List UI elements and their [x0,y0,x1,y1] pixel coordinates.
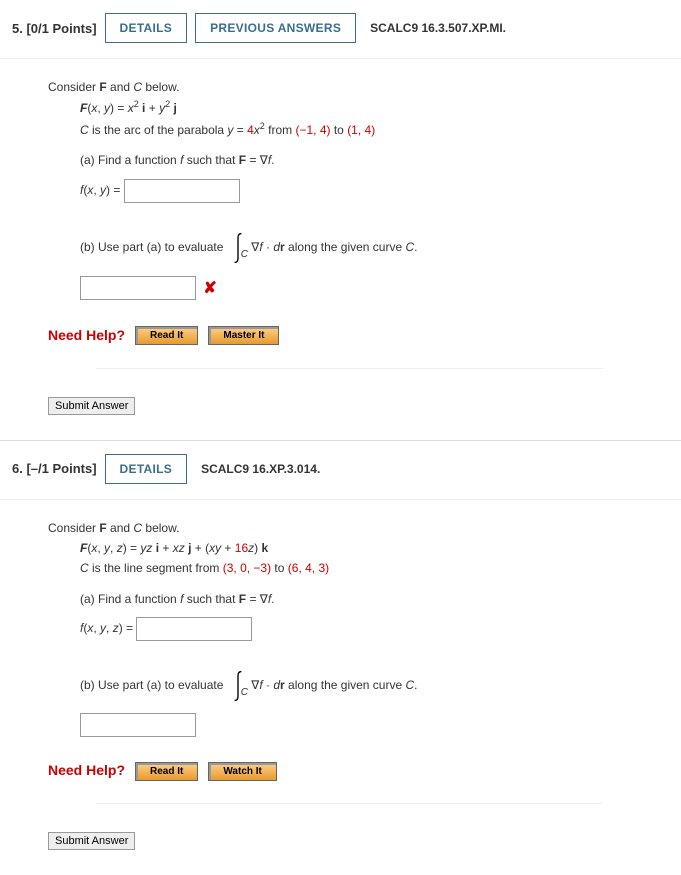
submit-row: Submit Answer [0,832,681,850]
equation-F: F(x, y, z) = yz i + xz j + (xy + 16z) k [80,538,651,558]
part-b-answer-row [80,713,651,737]
read-it-button[interactable]: Read It [135,326,198,345]
need-help-label: Need Help? [48,759,125,783]
answer-input-6b[interactable] [80,713,196,737]
submit-answer-button[interactable]: Submit Answer [48,832,135,850]
details-button[interactable]: DETAILS [105,454,188,484]
previous-answers-button[interactable]: PREVIOUS ANSWERS [195,13,356,43]
part-b-answer-row: ✘ [80,275,651,302]
equation-F: F(x, y) = x2 i + y2 j [80,97,651,118]
answer-input-6a[interactable] [136,617,252,641]
curve-description: C is the arc of the parabola y = 4x2 fro… [80,119,651,140]
watch-it-button[interactable]: Watch It [208,762,277,781]
need-help-row: Need Help? Read It Watch It [48,759,651,783]
read-it-button[interactable]: Read It [135,762,198,781]
submit-answer-button[interactable]: Submit Answer [48,397,135,415]
question-6: 6. [–/1 Points] DETAILS SCALC9 16.XP.3.0… [0,441,681,875]
part-b-prompt: (b) Use part (a) to evaluate C ∇f · dr a… [80,669,651,703]
question-body: Consider F and C below. F(x, y, z) = yz … [0,500,681,814]
need-help-row: Need Help? Read It Master It [48,324,651,348]
part-b-prompt: (b) Use part (a) to evaluate C ∇f · dr a… [80,231,651,265]
part-a-prompt: (a) Find a function f such that F = ∇f. [80,150,651,170]
question-header: 5. [0/1 Points] DETAILS PREVIOUS ANSWERS… [0,8,681,59]
submit-row: Submit Answer [0,397,681,415]
part-a-prompt: (a) Find a function f such that F = ∇f. [80,589,651,609]
answer-input-5b[interactable] [80,276,196,300]
curve-description: C is the line segment from (3, 0, −3) to… [80,558,651,578]
integral-icon: C [227,231,248,265]
source-ref: SCALC9 16.3.507.XP.MI. [370,21,506,35]
master-it-button[interactable]: Master It [208,326,279,345]
intro-text: Consider F and C below. [48,77,651,97]
source-ref: SCALC9 16.XP.3.014. [201,462,320,476]
intro-text: Consider F and C below. [48,518,651,538]
question-number: 5. [0/1 Points] [12,21,97,36]
details-button[interactable]: DETAILS [105,13,188,43]
question-header: 6. [–/1 Points] DETAILS SCALC9 16.XP.3.0… [0,449,681,500]
part-a-answer-row: f(x, y, z) = [80,617,651,641]
question-body: Consider F and C below. F(x, y) = x2 i +… [0,59,681,379]
answer-input-5a[interactable] [124,179,240,203]
integral-icon: C [227,669,248,703]
question-5: 5. [0/1 Points] DETAILS PREVIOUS ANSWERS… [0,0,681,441]
need-help-label: Need Help? [48,324,125,348]
part-a-answer-row: f(x, y) = [80,179,651,203]
question-number: 6. [–/1 Points] [12,461,97,476]
incorrect-icon: ✘ [203,280,216,297]
